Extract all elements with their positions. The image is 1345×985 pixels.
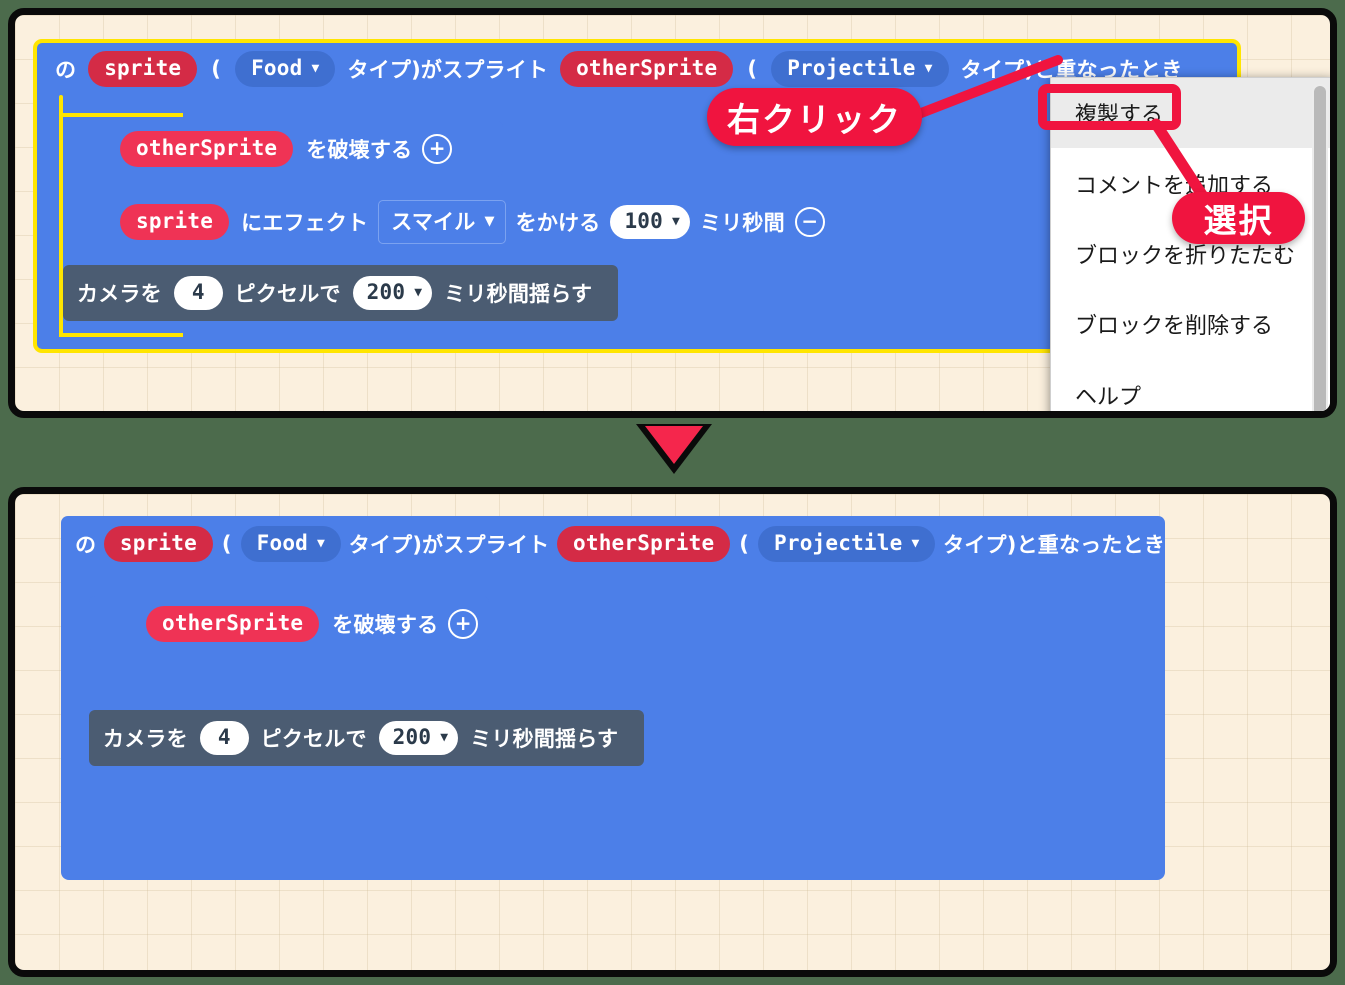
camera-shake-block-bottom[interactable]: カメラを 4 ピクセルで 200 ▼ ミリ秒間揺らす bbox=[89, 710, 644, 766]
hat-middle-text: タイプ)がスプライト bbox=[347, 58, 549, 82]
camera-label-1: カメラを bbox=[77, 282, 162, 306]
destroy-block-bottom[interactable]: otherSprite を破壊する + bbox=[89, 596, 489, 652]
destroy-target-pill[interactable]: otherSprite bbox=[120, 130, 294, 168]
chevron-down-icon: ▼ bbox=[414, 284, 423, 300]
callout-select: 選択 bbox=[1172, 192, 1305, 244]
arrow-fill bbox=[645, 426, 703, 464]
hat-tail-text: タイプ)と重なったとき bbox=[943, 533, 1165, 557]
effect-dropdown-value: スマイル bbox=[391, 210, 476, 234]
kind-dropdown-value: Food bbox=[251, 55, 303, 80]
effect-label-3: ミリ秒間 bbox=[700, 211, 785, 235]
camera-label-3: ミリ秒間揺らす bbox=[444, 282, 593, 306]
effect-duration-value: 100 bbox=[624, 208, 663, 233]
open-paren-1: ( bbox=[211, 57, 222, 81]
camera-duration-dropdown[interactable]: 200 ▼ bbox=[352, 275, 433, 311]
chevron-down-icon: ▼ bbox=[484, 213, 495, 229]
effect-dropdown[interactable]: スマイル ▼ bbox=[378, 200, 506, 244]
menu-item-highlight-ring bbox=[1038, 84, 1181, 130]
plus-circle-icon[interactable]: + bbox=[448, 609, 479, 639]
top-screenshot-panel: の sprite ( Food ▼ タイプ)がスプライト otherSprite… bbox=[8, 8, 1337, 418]
open-paren-1: ( bbox=[221, 532, 232, 556]
kind-dropdown[interactable]: Food ▼ bbox=[240, 525, 342, 563]
menu-item-help[interactable]: ヘルプ bbox=[1051, 360, 1330, 411]
camera-duration-dropdown[interactable]: 200 ▼ bbox=[378, 720, 459, 756]
chevron-down-icon: ▼ bbox=[924, 60, 933, 76]
sprite-variable-pill[interactable]: sprite bbox=[88, 50, 198, 88]
chevron-down-icon: ▼ bbox=[671, 213, 681, 229]
camera-shake-block-top[interactable]: カメラを 4 ピクセルで 200 ▼ ミリ秒間揺らす bbox=[63, 265, 618, 321]
hat-lead-text: の bbox=[55, 58, 77, 82]
other-sprite-variable-pill[interactable]: otherSprite bbox=[560, 50, 734, 88]
destroy-label: を破壊する bbox=[306, 138, 413, 162]
camera-duration-value: 200 bbox=[392, 724, 432, 749]
camera-duration-value: 200 bbox=[366, 279, 406, 304]
minus-circle-icon[interactable]: − bbox=[794, 207, 825, 237]
menu-item-delete-block[interactable]: ブロックを削除する bbox=[1051, 289, 1330, 359]
destroy-block-top[interactable]: otherSprite を破壊する + bbox=[63, 121, 503, 177]
effect-duration-dropdown[interactable]: 100 ▼ bbox=[610, 204, 691, 240]
plus-circle-icon[interactable]: + bbox=[422, 134, 453, 164]
event-block-hat-bottom[interactable]: の sprite ( Food ▼ タイプ)がスプライト otherSprite… bbox=[61, 516, 1165, 572]
hat-middle-text: タイプ)がスプライト bbox=[348, 533, 550, 557]
effect-label-1: にエフェクト bbox=[241, 211, 369, 235]
other-kind-dropdown-value: Projectile bbox=[774, 530, 903, 555]
camera-label-2: ピクセルで bbox=[234, 282, 341, 306]
destroy-target-pill[interactable]: otherSprite bbox=[146, 605, 320, 643]
open-paren-2: ( bbox=[739, 532, 750, 556]
scrollbar-thumb[interactable] bbox=[1314, 86, 1326, 411]
context-menu-scrollbar[interactable] bbox=[1312, 84, 1328, 411]
camera-label-3: ミリ秒間揺らす bbox=[470, 727, 619, 751]
other-kind-dropdown[interactable]: Projectile ▼ bbox=[771, 50, 949, 88]
camera-label-2: ピクセルで bbox=[260, 727, 367, 751]
camera-pixels-field[interactable]: 4 bbox=[173, 275, 223, 311]
chevron-down-icon: ▼ bbox=[911, 535, 920, 551]
kind-dropdown[interactable]: Food ▼ bbox=[235, 50, 336, 88]
chevron-down-icon: ▼ bbox=[440, 729, 449, 745]
callout-select-label: 選択 bbox=[1203, 201, 1274, 240]
other-kind-dropdown-value: Projectile bbox=[787, 55, 916, 80]
sprite-variable-pill[interactable]: sprite bbox=[103, 525, 213, 563]
effect-block-top[interactable]: sprite にエフェクト スマイル ▼ をかける 100 ▼ ミリ秒間 − bbox=[63, 193, 880, 251]
effect-target-pill[interactable]: sprite bbox=[120, 203, 230, 241]
chevron-down-icon: ▼ bbox=[317, 535, 326, 551]
camera-pixels-field[interactable]: 4 bbox=[199, 720, 249, 756]
camera-label-1: カメラを bbox=[103, 727, 188, 751]
open-paren-2: ( bbox=[747, 57, 758, 81]
downward-arrow-icon bbox=[636, 424, 712, 482]
bottom-screenshot-panel: の sprite ( Food ▼ タイプ)がスプライト otherSprite… bbox=[8, 487, 1337, 977]
effect-label-2: をかける bbox=[515, 211, 601, 235]
other-sprite-variable-pill[interactable]: otherSprite bbox=[557, 525, 731, 563]
callout-right-click-label: 右クリック bbox=[727, 100, 902, 139]
other-kind-dropdown[interactable]: Projectile ▼ bbox=[758, 525, 936, 563]
destroy-label: を破壊する bbox=[332, 613, 439, 637]
hat-lead-text: の bbox=[75, 533, 97, 557]
callout-right-click: 右クリック bbox=[707, 88, 922, 146]
kind-dropdown-value: Food bbox=[256, 530, 309, 555]
chevron-down-icon: ▼ bbox=[311, 60, 320, 76]
